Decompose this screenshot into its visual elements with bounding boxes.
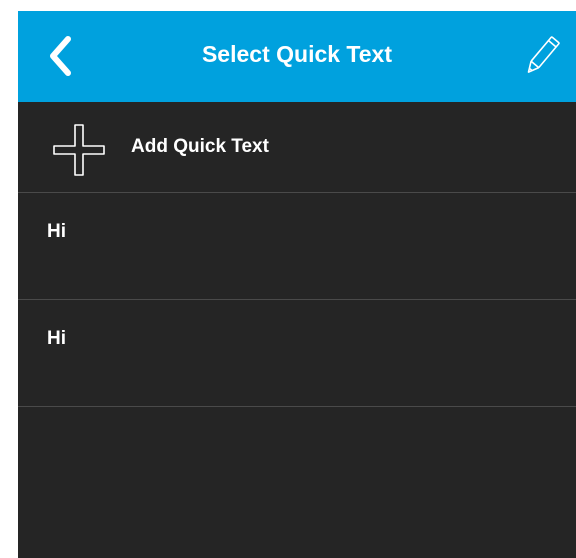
- edit-button[interactable]: [521, 31, 563, 81]
- quick-text-item-label: Hi: [47, 221, 66, 242]
- add-quick-text-label: Add Quick Text: [131, 136, 269, 157]
- pencil-icon: [527, 36, 560, 73]
- quick-text-item-label: Hi: [47, 328, 66, 349]
- quick-text-item[interactable]: Hi: [18, 193, 576, 300]
- plus-icon: [53, 124, 105, 176]
- page-title: Select Quick Text: [201, 41, 393, 67]
- chevron-left-icon: [50, 36, 71, 76]
- add-quick-text-button[interactable]: Add Quick Text: [18, 102, 576, 193]
- back-button[interactable]: [44, 33, 78, 79]
- quick-text-screen: Select Quick Text Add Quick Text Hi Hi: [18, 11, 576, 558]
- quick-text-item[interactable]: Hi: [18, 300, 576, 407]
- header-bar: Select Quick Text: [18, 11, 576, 102]
- empty-list-area: [18, 407, 576, 558]
